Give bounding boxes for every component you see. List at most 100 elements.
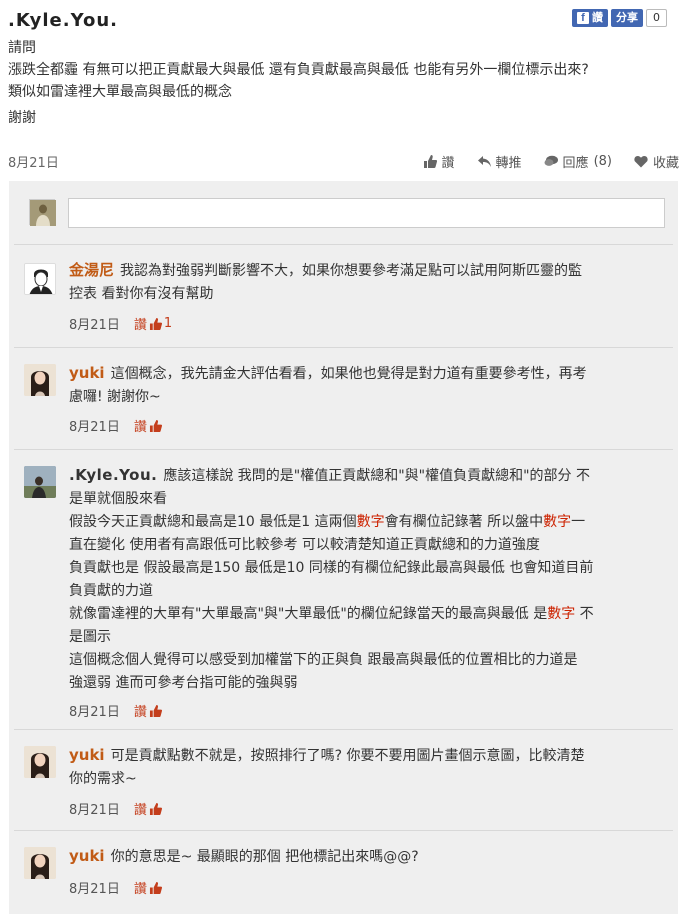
- reply-label: 回應: [562, 156, 589, 171]
- facebook-like-button[interactable]: f 讚: [572, 9, 608, 27]
- share-label: 轉推: [495, 156, 522, 171]
- bookmark-action[interactable]: 收藏: [634, 152, 679, 171]
- avatar[interactable]: [24, 364, 56, 396]
- post-line: 漲跌全都霾 有無可以把正貢獻最大與最低 還有負貢獻最高與最低 也能有另外一欄位標…: [8, 62, 589, 78]
- bookmark-label: 收藏: [652, 156, 679, 171]
- facebook-bar: f 讚 分享 0: [572, 9, 667, 27]
- divider: [14, 729, 673, 730]
- comment-line: 可是貢獻點數不就是，按照排行了嗎? 你要不要用圖片畫個示意圖，比較清楚: [110, 748, 585, 764]
- reply-row: [9, 181, 678, 241]
- avatar[interactable]: [24, 746, 56, 778]
- comment-line: 控表 看對你有沒有幫助: [69, 286, 214, 302]
- comment-line: 這個概念個人覺得可以感受到加權當下的正與負 跟最高與最低的位置相比的力道是: [69, 652, 578, 668]
- comment-author[interactable]: 金湯尼: [69, 261, 114, 279]
- comment-date: 8月21日: [69, 318, 120, 333]
- thumbs-up-icon: [149, 881, 162, 894]
- comment-text: yuki 你的意思是~ 最顯眼的那個 把他標記出來嗎@@?: [69, 845, 659, 869]
- post-date: 8月21日: [8, 156, 59, 171]
- comment-line: 假設今天正貢獻總和最高是10 最低是1 這兩個: [69, 514, 357, 530]
- comment-line: 是單就個股來看: [69, 491, 167, 507]
- share-action[interactable]: 轉推: [477, 152, 522, 171]
- comment-like-button[interactable]: 讚: [134, 701, 162, 720]
- comment-line: 是圖示: [69, 629, 111, 645]
- highlighted-word: 數字: [547, 606, 576, 622]
- comment-author[interactable]: yuki: [69, 847, 105, 865]
- avatar[interactable]: [24, 847, 56, 879]
- reply-input[interactable]: [68, 198, 665, 228]
- comment-author[interactable]: yuki: [69, 364, 105, 382]
- thumbs-up-icon: [149, 802, 162, 815]
- post-line: 類似如雷達裡大單最高與最低的概念: [8, 84, 232, 100]
- comment-like-button[interactable]: 讚: [134, 799, 162, 818]
- post: .Kyle.You. f 讚 分享 0 請問 漲跌全都霾 有無可以把正貢獻最大與…: [0, 0, 687, 180]
- facebook-share-label: 分享: [616, 11, 638, 24]
- comment-line: 直在變化 使用者有高跟低可比較參考 可以較清楚知道正貢獻總和的力道強度: [69, 537, 540, 553]
- comment-like-button[interactable]: 讚 1: [134, 314, 172, 333]
- thumbs-up-icon: [149, 419, 162, 432]
- comment-meta: 8月21日 讚 1: [69, 314, 172, 333]
- highlighted-word: 數字: [356, 514, 385, 530]
- comment-like-button[interactable]: 讚: [134, 416, 162, 435]
- comment-line: 你的需求~: [69, 771, 137, 787]
- comment-line: 強還弱 進而可參考台指可能的強與弱: [69, 675, 298, 691]
- post-line: 請問: [8, 40, 36, 56]
- comment-date: 8月21日: [69, 882, 120, 897]
- reply-arrow-icon: [477, 156, 491, 167]
- reply-count: (8): [593, 154, 612, 169]
- comment-line: 慮囉! 謝謝你~: [69, 389, 161, 405]
- comment-line: 應該這樣說 我問的是"權值正貢獻總和"與"權值負貢獻總和"的部分 不: [163, 468, 590, 484]
- comment-like-button[interactable]: 讚: [134, 878, 162, 897]
- comment-line: 我認為對強弱判斷影響不大，如果你想要參考滿足點可以試用阿斯匹靈的監: [120, 263, 583, 279]
- comment-line: 不: [575, 606, 594, 622]
- thumbs-up-icon: [423, 155, 437, 168]
- comment-meta: 8月21日 讚: [69, 701, 162, 720]
- comment-meta: 8月21日 讚: [69, 799, 162, 818]
- facebook-icon: f: [577, 12, 589, 24]
- post-actions: 讚 轉推 回應 (8) 收藏: [423, 152, 679, 171]
- comment-meta: 8月21日 讚: [69, 878, 162, 897]
- comment-text: .Kyle.You. 應該這樣說 我問的是"權值正貢獻總和"與"權值負貢獻總和"的…: [69, 464, 659, 695]
- thumbs-up-icon: [149, 317, 162, 330]
- comment-like-label: 讚: [133, 705, 147, 720]
- comment-line: 會有欄位記錄著 所以盤中: [384, 514, 544, 530]
- comments-panel: 金湯尼 我認為對強弱判斷影響不大，如果你想要參考滿足點可以試用阿斯匹靈的監 控表 …: [9, 181, 678, 914]
- comment-line: 負貢獻也是 假設最高是150 最低是10 同樣的有欄位紀錄此最高與最低 也會知道…: [69, 560, 594, 576]
- like-label: 讚: [441, 156, 455, 171]
- reply-action[interactable]: 回應 (8): [544, 152, 612, 171]
- divider: [14, 347, 673, 348]
- avatar[interactable]: [24, 466, 56, 498]
- comment-text: 金湯尼 我認為對強弱判斷影響不大，如果你想要參考滿足點可以試用阿斯匹靈的監 控表 …: [69, 259, 659, 306]
- comment-like-label: 讚: [133, 803, 147, 818]
- comment-line: 一: [571, 514, 586, 530]
- divider: [14, 449, 673, 450]
- thumbs-up-icon: [149, 704, 162, 717]
- comment-author[interactable]: .Kyle.You.: [69, 466, 157, 484]
- comment-like-label: 讚: [133, 318, 147, 333]
- like-action[interactable]: 讚: [423, 152, 455, 171]
- post-body: 請問 漲跌全都霾 有無可以把正貢獻最大與最低 還有負貢獻最高與最低 也能有另外一…: [8, 37, 679, 129]
- facebook-count: 0: [646, 9, 667, 27]
- comment-date: 8月21日: [69, 803, 120, 818]
- divider: [14, 244, 673, 245]
- facebook-like-label: 讚: [592, 11, 603, 24]
- divider: [14, 830, 673, 831]
- comment-meta: 8月21日 讚: [69, 416, 162, 435]
- comment-date: 8月21日: [69, 420, 120, 435]
- comment-line: 這個概念，我先請金大評估看看，如果他也覺得是對力道有重要參考性，再考: [110, 366, 587, 382]
- heart-icon: [634, 156, 648, 168]
- speech-bubble-icon: [544, 155, 558, 166]
- comment-line: 就像雷達裡的大單有"大單最高"與"大單最低"的欄位紀錄當天的最高與最低 是: [69, 606, 548, 622]
- comment-author[interactable]: yuki: [69, 746, 105, 764]
- comment-text: yuki 這個概念，我先請金大評估看看，如果他也覺得是對力道有重要參考性，再考 慮…: [69, 362, 659, 409]
- highlighted-word: 數字: [543, 514, 572, 530]
- comment-line: 負貢獻的力道: [69, 583, 153, 599]
- current-user-avatar: [29, 199, 56, 226]
- post-line: 謝謝: [8, 110, 36, 126]
- comment-like-label: 讚: [133, 882, 147, 897]
- comment-line: 你的意思是~ 最顯眼的那個 把他標記出來嗎@@?: [110, 849, 419, 865]
- comment-like-count: 1: [163, 316, 173, 331]
- avatar[interactable]: [24, 263, 56, 295]
- comment-like-label: 讚: [133, 420, 147, 435]
- facebook-share-button[interactable]: 分享: [611, 9, 643, 27]
- comment-date: 8月21日: [69, 705, 120, 720]
